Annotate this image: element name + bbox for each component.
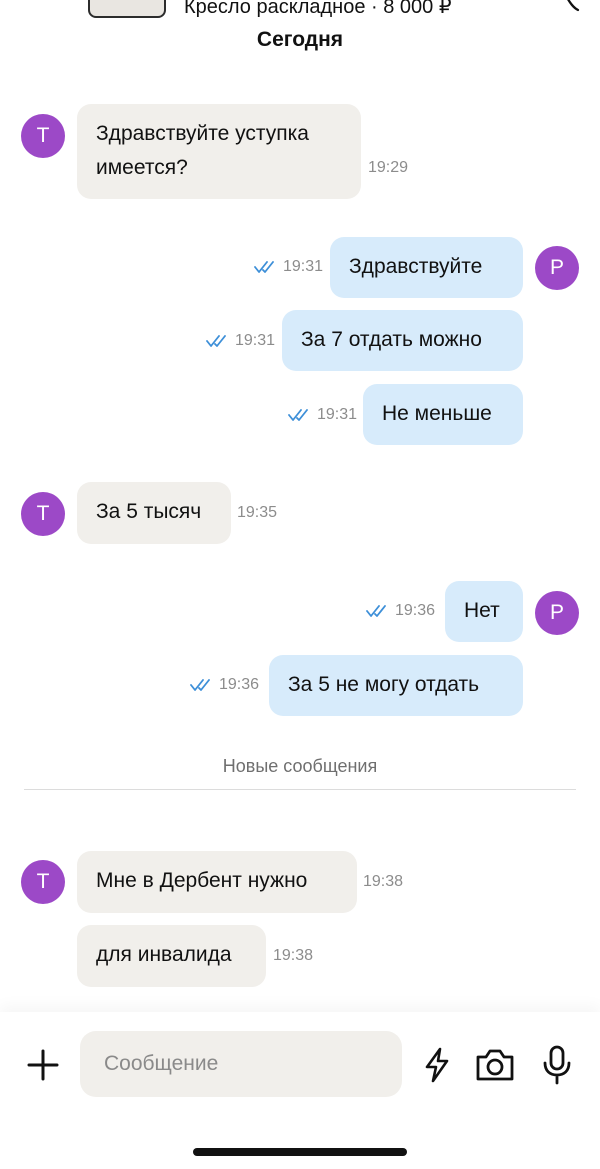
message-time: 19:38: [273, 947, 314, 964]
avatar-other[interactable]: Т: [21, 860, 65, 904]
avatar-me[interactable]: Р: [535, 591, 579, 635]
message-time: 19:36: [219, 676, 260, 693]
avatar-other[interactable]: Т: [21, 492, 65, 536]
message-time: 19:35: [237, 504, 278, 521]
message-bubble-incoming[interactable]: Здравствуйте уступка имеется?: [77, 104, 361, 199]
read-checkmarks-icon: [366, 605, 386, 617]
lightning-icon[interactable]: [422, 1047, 452, 1083]
message-time: 19:31: [235, 332, 276, 349]
listing-title: Кресло раскладное · 8 000 ₽: [184, 0, 452, 18]
message-bubble-incoming[interactable]: Мне в Дербент нужно: [77, 851, 357, 913]
read-checkmarks-icon: [254, 261, 274, 273]
message-bubble-incoming[interactable]: для инвалида: [77, 925, 266, 987]
message-bubble-outgoing[interactable]: За 7 отдать можно: [282, 310, 523, 371]
read-checkmarks-icon: [190, 679, 210, 691]
avatar-other[interactable]: Т: [21, 114, 65, 158]
message-time: 19:29: [368, 159, 409, 176]
camera-icon[interactable]: [474, 1047, 516, 1083]
plus-icon[interactable]: [26, 1048, 60, 1082]
message-time: 19:31: [317, 406, 358, 423]
message-bubble-outgoing[interactable]: Здравствуйте: [330, 237, 523, 298]
read-checkmarks-icon: [288, 409, 308, 421]
message-bubble-outgoing[interactable]: Не меньше: [363, 384, 523, 445]
message-time: 19:36: [395, 602, 436, 619]
divider: [24, 789, 576, 790]
new-messages-label: Новые сообщения: [222, 756, 378, 776]
read-checkmarks-icon: [206, 335, 226, 347]
home-indicator: [193, 1148, 407, 1156]
message-time: 19:31: [283, 258, 324, 275]
date-separator: Сегодня: [256, 28, 344, 51]
microphone-icon[interactable]: [542, 1045, 572, 1085]
listing-thumbnail: [88, 0, 166, 18]
message-time: 19:38: [363, 873, 404, 890]
listing-header[interactable]: Кресло раскладное · 8 000 ₽: [0, 0, 600, 22]
message-input[interactable]: Сообщение: [80, 1031, 402, 1097]
phone-icon[interactable]: [560, 0, 580, 12]
message-bubble-outgoing[interactable]: Нет: [445, 581, 523, 642]
message-bubble-outgoing[interactable]: За 5 не могу отдать: [269, 655, 523, 716]
avatar-me[interactable]: Р: [535, 246, 579, 290]
message-bubble-incoming[interactable]: За 5 тысяч: [77, 482, 231, 544]
